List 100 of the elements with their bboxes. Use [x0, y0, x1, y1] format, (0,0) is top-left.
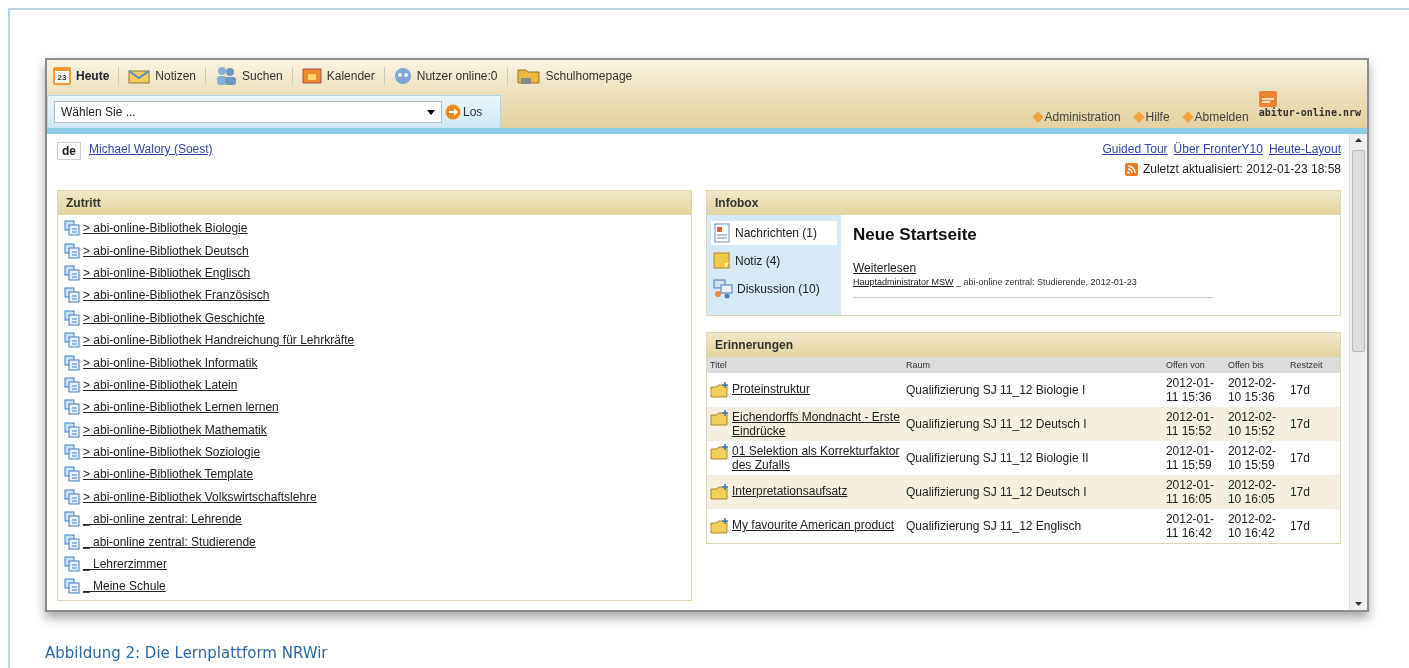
envelope-icon — [128, 67, 151, 85]
people-icon — [215, 66, 238, 86]
header-link[interactable]: Über FronterY10 — [1173, 142, 1263, 156]
go-button[interactable]: Los — [445, 104, 483, 120]
task-link[interactable]: Proteinstruktur — [732, 382, 811, 396]
room-icon — [64, 354, 80, 371]
table-cell: 2012-02- 10 15:52 — [1224, 407, 1287, 441]
room-icon — [64, 264, 80, 281]
toolbar-item[interactable]: Notizen — [128, 67, 197, 85]
room-link[interactable]: > abi-online-Bibliothek Volkswirtschaftslehre — [83, 489, 317, 504]
table-cell: 2012-01- 11 15:52 — [1162, 407, 1225, 441]
room-icon — [64, 287, 80, 304]
toolbar-item[interactable]: 23 Heute — [53, 67, 110, 85]
user-link[interactable]: Michael Walory (Soest) — [89, 142, 213, 156]
column-header[interactable]: Offen von — [1162, 357, 1225, 373]
folder-icon — [710, 410, 730, 426]
table-cell: Qualifizierung SJ 11_12 Biologie I — [903, 373, 1163, 407]
calendar-icon: 23 — [53, 67, 71, 85]
task-link[interactable]: My favourite American product — [732, 518, 895, 532]
toolbar-item[interactable]: Suchen — [215, 66, 283, 86]
column-header[interactable]: Offen bis — [1224, 357, 1287, 373]
infobox-tab[interactable]: Diskussion (10) — [711, 277, 837, 301]
note-icon — [713, 251, 731, 271]
table-cell: 17d — [1286, 407, 1340, 441]
room-link[interactable]: > abi-online-Bibliothek Template — [83, 467, 254, 482]
room-icon — [64, 488, 80, 505]
room-link[interactable]: > abi-online-Bibliothek Soziologie — [83, 445, 261, 460]
room-link[interactable]: > abi-online-Bibliothek Latein — [83, 377, 238, 392]
room-icon — [64, 220, 80, 237]
infobox-tab[interactable]: Notiz (4) — [711, 249, 837, 273]
caret-icon — [427, 109, 435, 115]
room-link[interactable]: > abi-online-Bibliothek Geschichte — [83, 310, 265, 325]
table-cell: Qualifizierung SJ 11_12 Englisch — [903, 509, 1163, 543]
room-icon — [64, 421, 80, 438]
table-cell: 2012-02- 10 16:42 — [1224, 509, 1287, 543]
header-link[interactable]: Heute-Layout — [1268, 142, 1341, 156]
room-icon — [64, 466, 80, 483]
table-cell: 17d — [1286, 373, 1340, 407]
task-link[interactable]: 01 Selektion als Korrekturfaktor des Zufalls — [732, 444, 900, 472]
room-link[interactable]: > abi-online-Bibliothek Deutsch — [83, 243, 249, 258]
header-link[interactable]: Guided Tour — [1102, 142, 1168, 156]
scrollbar[interactable] — [1349, 134, 1367, 610]
room-icon — [64, 309, 80, 326]
room-icon — [64, 332, 80, 349]
table-cell: 2012-01- 11 16:05 — [1162, 475, 1225, 509]
read-more-link[interactable]: Weiterlesen — [853, 261, 917, 275]
news-headline: Neue Startseite — [853, 225, 978, 245]
room-icon — [64, 376, 80, 393]
smiley-icon — [393, 67, 412, 85]
toolbar-item[interactable]: Kalender — [301, 67, 375, 85]
window-icon — [301, 67, 322, 85]
column-header[interactable]: Raum — [903, 357, 1163, 373]
room-icon — [64, 444, 80, 461]
nav-link[interactable]: Hilfe — [1134, 110, 1170, 124]
column-header[interactable]: Titel — [707, 357, 903, 373]
room-icon — [64, 578, 80, 595]
toolbar-item[interactable]: Nutzer online:0 — [393, 67, 498, 85]
room-icon — [64, 533, 80, 550]
room-link[interactable]: > abi-online-Bibliothek Mathematik — [83, 422, 267, 437]
room-link[interactable]: > abi-online-Bibliothek Biologie — [83, 221, 248, 236]
infobox-tab[interactable]: Nachrichten (1) — [711, 221, 837, 245]
table-cell: 2012-02- 10 15:59 — [1224, 441, 1287, 475]
table-cell: Qualifizierung SJ 11_12 Deutsch I — [903, 475, 1163, 509]
room-link[interactable]: > abi-online-Bibliothek Lernen lernen — [83, 400, 279, 415]
table-cell: Qualifizierung SJ 11_12 Biologie II — [903, 441, 1163, 475]
select-dropdown[interactable]: Wählen Sie ... — [54, 101, 442, 123]
folder-icon — [710, 382, 730, 398]
table-cell: Qualifizierung SJ 11_12 Deutsch I — [903, 407, 1163, 441]
column-header[interactable]: Restzeit — [1286, 357, 1340, 373]
table-cell: 17d — [1286, 441, 1340, 475]
folder-icon — [710, 518, 730, 534]
last-updated-text: Zuletzt aktualisiert: 2012-01-23 18:58 — [1142, 162, 1341, 176]
room-link[interactable]: _ abi-online zentral: Studierende — [83, 534, 256, 549]
nav-link[interactable]: Administration — [1033, 110, 1121, 124]
table-cell: 2012-01- 11 15:36 — [1162, 373, 1225, 407]
author-link[interactable]: Hauptadministrator MSW — [853, 277, 954, 287]
room-icon — [64, 399, 80, 416]
room-link[interactable]: _ abi-online zentral: Lehrende — [83, 512, 242, 527]
room-link[interactable]: _ Meine Schule — [83, 579, 166, 594]
nav-link[interactable]: Abmelden — [1183, 110, 1249, 124]
folder-icon — [710, 444, 730, 460]
room-link[interactable]: > abi-online-Bibliothek Informatik — [83, 355, 258, 370]
panel-title: Erinnerungen — [707, 333, 1340, 357]
language-badge[interactable]: de — [57, 142, 81, 160]
room-link[interactable]: > abi-online-Bibliothek Französisch — [83, 288, 270, 303]
room-link[interactable]: > abi-online-Bibliothek Handreichung für Lehrkräfte — [83, 333, 355, 348]
folder-icon — [710, 484, 730, 500]
room-link[interactable]: > abi-online-Bibliothek Englisch — [83, 265, 251, 280]
table-cell: 2012-02- 10 15:36 — [1224, 373, 1287, 407]
table-cell: 2012-01- 11 16:42 — [1162, 509, 1225, 543]
room-icon — [64, 511, 80, 528]
figure-caption: Abbildung 2: Die Lernplattform NRWir — [45, 644, 329, 662]
document-icon — [713, 223, 731, 243]
rss-icon — [1124, 162, 1138, 176]
toolbar-item[interactable]: Schulhomepage — [516, 67, 633, 85]
room-link[interactable]: _ Lehrerzimmer — [83, 557, 168, 572]
table-cell: 17d — [1286, 509, 1340, 543]
logo-text: abitur-online.nrw — [1258, 107, 1361, 118]
room-icon — [64, 556, 80, 573]
logo-icon — [1258, 91, 1277, 107]
